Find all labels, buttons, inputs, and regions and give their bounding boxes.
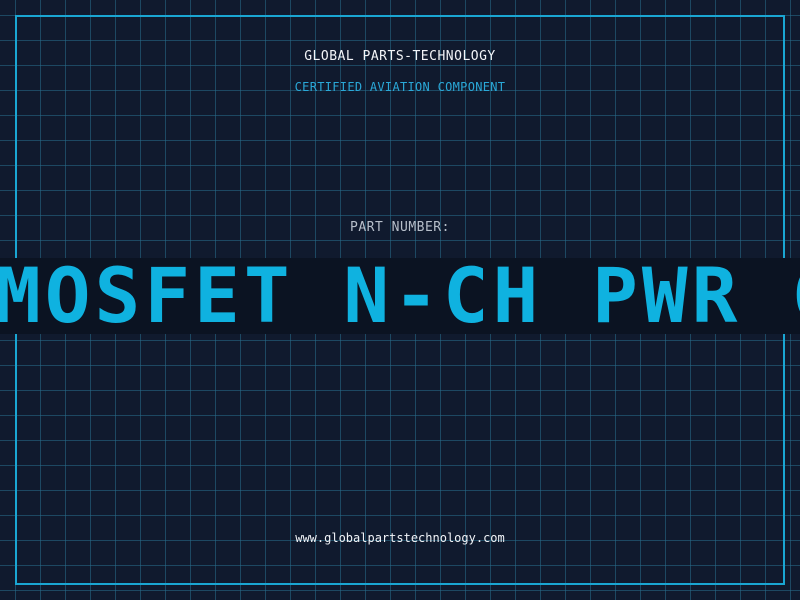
company-name: GLOBAL PARTS-TECHNOLOGY xyxy=(304,49,496,64)
certification-subtitle: CERTIFIED AVIATION COMPONENT xyxy=(294,80,506,94)
part-number-ticker: MOSFET N-CH PWR COOL-MOS-FET TO-220 xyxy=(0,258,800,334)
part-number-label: PART NUMBER: xyxy=(350,220,450,235)
website-url: www.globalpartstechnology.com xyxy=(295,531,505,545)
part-number-band: MOSFET N-CH PWR COOL-MOS-FET TO-220 xyxy=(0,258,800,334)
display-screen: GLOBAL PARTS-TECHNOLOGY CERTIFIED AVIATI… xyxy=(0,0,800,600)
